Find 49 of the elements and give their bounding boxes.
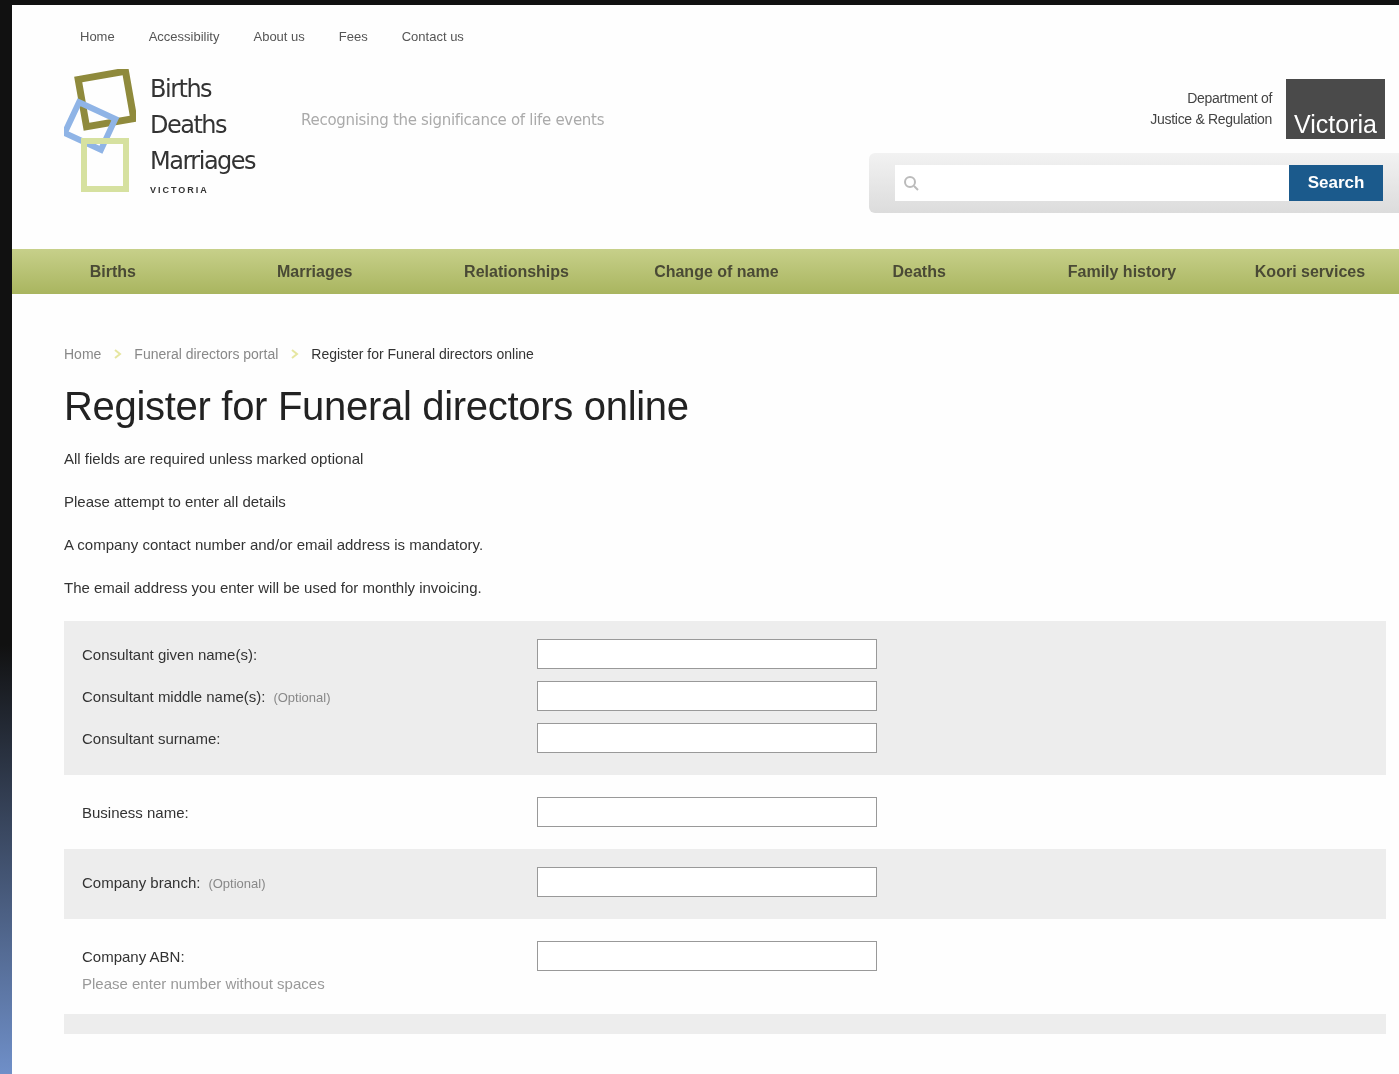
nav-item[interactable]: Marriages (213, 262, 416, 281)
utility-link[interactable]: Home (80, 29, 115, 51)
nav-item[interactable]: Koori services (1220, 262, 1399, 281)
input-field[interactable] (537, 941, 877, 971)
input-field[interactable] (537, 797, 877, 827)
utility-link[interactable]: Fees (338, 29, 368, 51)
optional-note: (Optional) (273, 690, 331, 705)
input-field[interactable] (537, 681, 877, 711)
department-name: Justice & Regulation (1150, 110, 1272, 129)
chevron-icon (290, 348, 300, 360)
field-label: Company ABN: (82, 948, 185, 965)
breadcrumb-link[interactable]: Funeral directors portal (134, 346, 279, 362)
field-label: Company branch: (82, 874, 201, 891)
search-icon (903, 175, 919, 191)
logo-text: Deaths (150, 110, 228, 141)
breadcrumb-link[interactable]: Home (64, 346, 102, 362)
logo-text: Marriages (150, 146, 256, 177)
search-field[interactable] (895, 165, 1289, 201)
nav-item[interactable]: Change of name (617, 262, 816, 281)
hint-text: Please enter number without spaces (82, 975, 326, 992)
breadcrumb-current: Register for Funeral directors online (311, 346, 534, 362)
state-logo: Victoria (1286, 79, 1385, 139)
nav-item[interactable]: Family history (1023, 262, 1221, 281)
optional-note: (Optional) (208, 876, 266, 891)
instruction-text: The email address you enter will be used for monthly invoicing. (64, 578, 483, 598)
nav-item[interactable]: Deaths (815, 262, 1024, 281)
instruction-text: All fields are required unless marked optional (64, 449, 365, 469)
field-label: Consultant middle name(s): (82, 688, 266, 705)
logo-subtitle: VICTORIA (150, 185, 210, 195)
search-button[interactable]: Search (1289, 165, 1383, 201)
instruction-text: Please attempt to enter all details (64, 492, 287, 512)
chevron-icon (113, 348, 123, 360)
page-title: Register for Funeral directors online (64, 384, 690, 429)
field-label: Business name: (82, 804, 189, 821)
utility-link[interactable]: Contact us (401, 29, 464, 51)
field-label: Consultant given name(s): (82, 646, 258, 663)
input-field[interactable] (537, 639, 877, 669)
nav-item[interactable]: Relationships (415, 262, 618, 281)
department-name: Department of (1186, 89, 1272, 108)
tagline: Recognising the significance of life events (301, 111, 605, 131)
instruction-text: A company contact number and/or email address is mandatory. (64, 535, 485, 555)
input-field[interactable] (537, 867, 877, 897)
utility-link[interactable]: Accessibility (148, 29, 220, 51)
logo-text: Births (150, 74, 213, 105)
utility-link[interactable]: About us (253, 29, 305, 51)
input-field[interactable] (537, 723, 877, 753)
logo-mark-icon (64, 69, 136, 193)
field-label: Consultant surname: (82, 730, 221, 747)
nav-item[interactable]: Births (12, 262, 214, 281)
